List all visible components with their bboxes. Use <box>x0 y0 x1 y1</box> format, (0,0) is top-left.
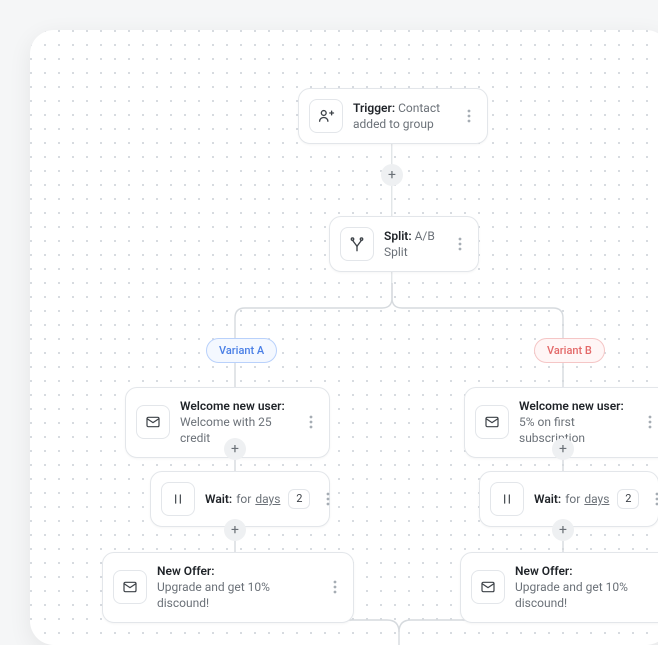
node-text: Wait: for days 2 <box>205 489 310 510</box>
plus-icon: + <box>231 442 239 456</box>
chip-label: Variant A <box>219 344 264 357</box>
add-step-button[interactable]: + <box>552 519 574 541</box>
wait-unit[interactable]: days <box>255 491 280 507</box>
split-branch-icon <box>340 227 374 261</box>
node-title: Wait: <box>205 491 232 507</box>
wait-value[interactable]: 2 <box>617 489 639 510</box>
variant-a-chip[interactable]: Variant A <box>206 338 277 363</box>
wait-node-b[interactable]: Wait: for days 2 <box>479 471 658 527</box>
node-title: New Offer: <box>157 563 317 579</box>
more-icon[interactable] <box>461 109 477 123</box>
node-title: Split: <box>384 229 412 243</box>
add-step-button[interactable]: + <box>381 164 403 186</box>
mail-icon <box>113 570 147 604</box>
pause-icon <box>161 482 195 516</box>
node-text: New Offer: Upgrade and get 10% discound! <box>515 563 658 612</box>
node-title: Trigger: <box>353 101 395 115</box>
node-subtitle: 5% on first subscription <box>519 414 632 446</box>
node-subtitle: Upgrade and get 10% discound! <box>515 579 658 611</box>
node-title: Welcome new user: <box>519 398 632 414</box>
email-node-offer-b[interactable]: New Offer: Upgrade and get 10% discound! <box>460 552 658 623</box>
wait-unit[interactable]: days <box>584 491 609 507</box>
node-text: Trigger: Contact added to group <box>353 100 451 132</box>
mail-icon <box>136 405 170 439</box>
more-icon[interactable] <box>303 415 319 429</box>
plus-icon: + <box>388 168 396 182</box>
plus-icon: + <box>559 442 567 456</box>
chip-label: Variant B <box>547 344 592 357</box>
trigger-node[interactable]: Trigger: Contact added to group <box>298 88 488 144</box>
add-step-button[interactable]: + <box>552 438 574 460</box>
mail-icon <box>475 405 509 439</box>
add-step-button[interactable]: + <box>224 438 246 460</box>
more-icon[interactable] <box>649 492 658 506</box>
mail-icon <box>471 570 505 604</box>
node-title: Welcome new user: <box>180 398 293 414</box>
more-icon[interactable] <box>327 580 343 594</box>
wait-prefix: for <box>565 491 580 507</box>
user-plus-icon <box>309 99 343 133</box>
node-text: Welcome new user: 5% on first subscripti… <box>519 398 632 447</box>
more-icon[interactable] <box>452 237 468 251</box>
pause-icon <box>490 482 524 516</box>
add-step-button[interactable]: + <box>224 519 246 541</box>
variant-b-chip[interactable]: Variant B <box>534 338 605 363</box>
wait-prefix: for <box>236 491 251 507</box>
email-node-offer-a[interactable]: New Offer: Upgrade and get 10% discound! <box>102 552 354 623</box>
node-subtitle: Upgrade and get 10% discound! <box>157 579 317 611</box>
plus-icon: + <box>231 523 239 537</box>
node-text: Wait: for days 2 <box>534 489 639 510</box>
node-text: Split: A/B Split <box>384 228 442 260</box>
workflow-canvas[interactable]: Trigger: Contact added to group + Split:… <box>30 30 658 645</box>
wait-value[interactable]: 2 <box>288 489 310 510</box>
more-icon[interactable] <box>320 492 336 506</box>
wait-node-a[interactable]: Wait: for days 2 <box>150 471 330 527</box>
split-node[interactable]: Split: A/B Split <box>329 216 479 272</box>
node-title: Wait: <box>534 491 561 507</box>
plus-icon: + <box>559 523 567 537</box>
more-icon[interactable] <box>642 415 658 429</box>
node-text: New Offer: Upgrade and get 10% discound! <box>157 563 317 612</box>
node-title: New Offer: <box>515 563 658 579</box>
